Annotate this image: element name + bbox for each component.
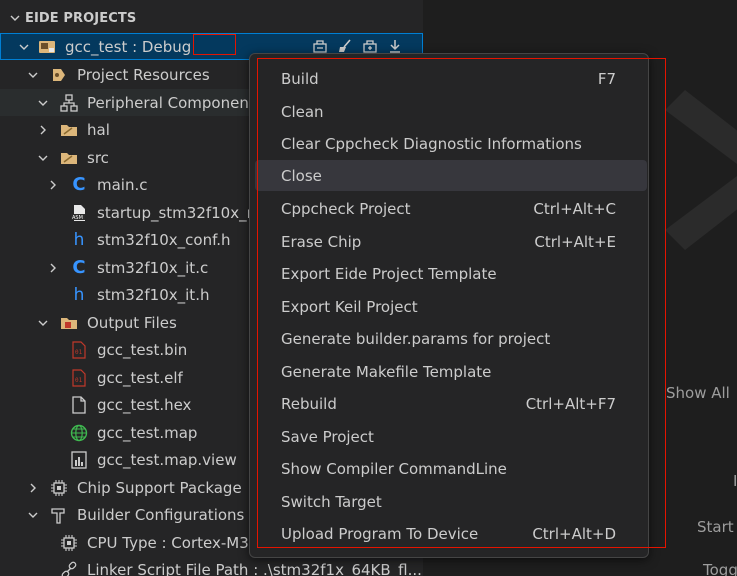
- chevron-down-icon[interactable]: [16, 39, 32, 55]
- resources-icon: [49, 65, 69, 85]
- menu-item-close[interactable]: Close: [255, 160, 647, 191]
- menu-item-generate-builder-params[interactable]: Generate builder.params for project: [255, 323, 647, 354]
- menu-item-cppcheck-project[interactable]: Cppcheck Project Ctrl+Alt+C: [255, 193, 647, 224]
- menu-item-label: Cppcheck Project: [281, 199, 411, 218]
- menu-item-upload-program[interactable]: Upload Program To Device Ctrl+Alt+D: [255, 518, 647, 549]
- menu-item-label: Export Eide Project Template: [281, 264, 497, 283]
- tree-label: gcc_test.elf: [97, 368, 183, 387]
- menu-item-rebuild[interactable]: Rebuild Ctrl+Alt+F7: [255, 388, 647, 419]
- vscode-logo-watermark: [655, 80, 737, 284]
- chevron-right-icon[interactable]: [45, 260, 61, 276]
- menu-item-label: Clean: [281, 102, 324, 121]
- tree-label: Project Resources: [77, 65, 210, 84]
- chevron-down-icon[interactable]: [35, 95, 51, 111]
- asm-file-icon: ASM: [69, 203, 89, 223]
- tree-label: main.c: [97, 175, 148, 194]
- menu-item-label: Build: [281, 69, 319, 88]
- chevron-down-icon[interactable]: [25, 507, 41, 523]
- tree-item-linker-script[interactable]: Linker Script File Path : .\stm32f1x_64K…: [0, 556, 423, 576]
- menu-item-export-eide-template[interactable]: Export Eide Project Template: [255, 258, 647, 289]
- chevron-down-icon[interactable]: [35, 315, 51, 331]
- menu-item-label: Close: [281, 166, 322, 185]
- menu-item-switch-target[interactable]: Switch Target: [255, 486, 647, 517]
- menu-item-erase-chip[interactable]: Erase Chip Ctrl+Alt+E: [255, 226, 647, 257]
- panel-header[interactable]: EIDE PROJECTS: [0, 0, 423, 36]
- menu-item-show-compiler-cmdline[interactable]: Show Compiler CommandLine: [255, 453, 647, 484]
- menu-item-label: Upload Program To Device: [281, 524, 479, 543]
- chart-file-icon: [69, 450, 89, 470]
- tree-label: stm32f10x_conf.h: [97, 230, 231, 249]
- chevron-right-icon[interactable]: [35, 122, 51, 138]
- project-icon: [37, 37, 57, 57]
- toggle-hint: Togg: [703, 561, 737, 576]
- project-label: gcc_test : Debug: [65, 37, 192, 56]
- link-icon: [59, 560, 79, 576]
- menu-item-label: Export Keil Project: [281, 297, 418, 316]
- menu-item-save-project[interactable]: Save Project: [255, 421, 647, 452]
- file-icon: [69, 395, 89, 415]
- tree-label: startup_stm32f10x_m: [97, 203, 262, 222]
- chevron-right-icon[interactable]: [25, 480, 41, 496]
- menu-item-build[interactable]: Build F7: [255, 63, 647, 94]
- menu-item-export-keil[interactable]: Export Keil Project: [255, 291, 647, 322]
- binary-file-icon: 01: [69, 340, 89, 360]
- menu-item-label: Erase Chip: [281, 232, 362, 251]
- show-all-commands-hint: Show All: [666, 384, 730, 402]
- chevron-down-icon[interactable]: [7, 10, 23, 26]
- menu-item-label: Generate Makefile Template: [281, 362, 492, 381]
- menu-item-label: Show Compiler CommandLine: [281, 459, 507, 478]
- menu-item-label: Rebuild: [281, 394, 337, 413]
- tree-label: Peripheral Component: [87, 93, 255, 112]
- editor-hint-fragment: I: [733, 472, 737, 490]
- menu-item-generate-makefile[interactable]: Generate Makefile Template: [255, 356, 647, 387]
- menu-item-label: Save Project: [281, 427, 374, 446]
- menu-item-clean[interactable]: Clean: [255, 96, 647, 127]
- h-file-icon: h: [73, 284, 85, 305]
- tree-label: Output Files: [87, 313, 177, 332]
- folder-icon: [59, 120, 79, 140]
- svg-text:ASM: ASM: [72, 215, 83, 221]
- chevron-down-icon[interactable]: [35, 150, 51, 166]
- c-file-icon: C: [72, 174, 86, 195]
- chip-icon: [49, 478, 69, 498]
- menu-item-label: Clear Cppcheck Diagnostic Informations: [281, 134, 582, 153]
- svg-text:01: 01: [75, 377, 83, 384]
- tree-label: stm32f10x_it.h: [97, 285, 210, 304]
- highlight-box: [193, 34, 236, 55]
- menu-item-shortcut: Ctrl+Alt+F7: [525, 394, 616, 413]
- menu-item-label: Generate builder.params for project: [281, 329, 551, 348]
- tree-label: gcc_test.bin: [97, 340, 188, 359]
- tree-label: Chip Support Package: [77, 478, 242, 497]
- tree-label: gcc_test.map.view: [97, 450, 237, 469]
- start-hint: Start: [697, 518, 734, 536]
- svg-text:01: 01: [75, 349, 83, 356]
- folder-icon: [59, 148, 79, 168]
- chevron-down-icon[interactable]: [25, 67, 41, 83]
- menu-item-shortcut: Ctrl+Alt+C: [533, 199, 616, 218]
- tree-label: hal: [87, 120, 110, 139]
- globe-icon: [69, 423, 89, 443]
- panel-title: EIDE PROJECTS: [25, 10, 137, 26]
- tree-label: gcc_test.map: [97, 423, 198, 442]
- tree-label: src: [87, 148, 109, 167]
- component-icon: [59, 93, 79, 113]
- tree-label: stm32f10x_it.c: [97, 258, 209, 277]
- h-file-icon: h: [73, 229, 85, 250]
- menu-item-clear-cppcheck[interactable]: Clear Cppcheck Diagnostic Informations: [255, 128, 647, 159]
- tree-label: Builder Configurations :: [77, 505, 255, 524]
- menu-item-label: Switch Target: [281, 492, 382, 511]
- hammer-icon: [49, 505, 69, 525]
- c-file-icon: C: [72, 257, 86, 278]
- menu-item-shortcut: Ctrl+Alt+D: [532, 524, 616, 543]
- menu-item-shortcut: Ctrl+Alt+E: [534, 232, 616, 251]
- binary-file-icon: 01: [69, 368, 89, 388]
- tree-label: gcc_test.hex: [97, 395, 192, 414]
- chevron-right-icon[interactable]: [45, 177, 61, 193]
- output-folder-icon: [59, 313, 79, 333]
- menu-item-shortcut: F7: [597, 69, 616, 88]
- tree-label: Linker Script File Path : .\stm32f1x_64K…: [87, 560, 422, 576]
- tree-label: CPU Type : Cortex-M3: [87, 533, 249, 552]
- chip-icon: [59, 533, 79, 553]
